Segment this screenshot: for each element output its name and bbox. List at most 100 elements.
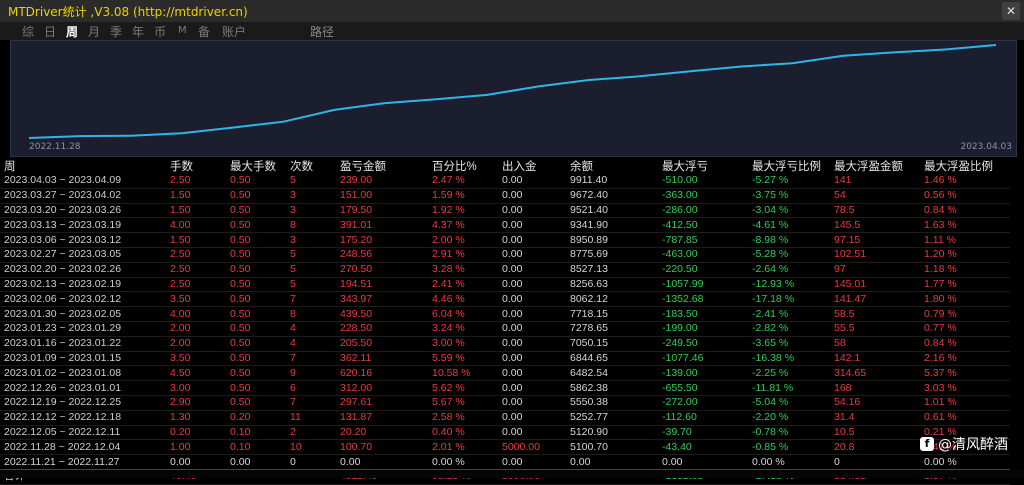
- tab-currency[interactable]: 币: [154, 23, 166, 40]
- table-row[interactable]: 2023.02.20 ~ 2023.02.26 2.50 0.50 5 270.50 3.…: [0, 262, 1010, 278]
- table-cell: 10: [290, 440, 302, 453]
- table-cell: 100.70: [340, 440, 373, 453]
- table-row[interactable]: 2022.12.19 ~ 2022.12.25 2.90 0.50 7 297.61 5.…: [0, 395, 1010, 411]
- table-cell: 0.50: [230, 292, 251, 305]
- table-cell: 1.18 %: [924, 263, 957, 276]
- table-cell: -787.85: [662, 233, 698, 246]
- tab-m[interactable]: M: [178, 25, 187, 36]
- tab-week[interactable]: 周: [66, 23, 78, 40]
- column-header[interactable]: 最大手数: [226, 157, 286, 174]
- table-row[interactable]: 2023.04.03 ~ 2023.04.09 2.50 0.50 5 239.00 2.…: [0, 174, 1010, 189]
- table-cell: 2.00 %: [432, 233, 465, 246]
- column-header[interactable]: 最大浮亏比例: [748, 157, 830, 174]
- table-cell: 0.00: [502, 263, 523, 276]
- tab-notes[interactable]: 备: [198, 23, 210, 40]
- table-row[interactable]: 2023.02.06 ~ 2023.02.12 3.50 0.50 7 343.97 4.…: [0, 292, 1010, 307]
- table-cell: 9341.90: [570, 218, 608, 231]
- table-cell: 620.16: [340, 366, 373, 379]
- table-cell: 4: [290, 337, 296, 350]
- tab-year[interactable]: 年: [132, 23, 144, 40]
- table-row[interactable]: 2023.01.02 ~ 2023.01.08 4.50 0.50 9 620.16 10…: [0, 366, 1010, 381]
- tab-account[interactable]: 账户: [222, 23, 246, 40]
- column-header[interactable]: 最大浮盈金额: [830, 157, 920, 174]
- column-header[interactable]: 次数: [286, 157, 336, 174]
- column-header[interactable]: 周: [0, 157, 166, 174]
- close-button[interactable]: ✕: [1002, 2, 1020, 20]
- table-cell: 0.77 %: [924, 322, 957, 335]
- table-cell: 0.00: [502, 322, 523, 335]
- table-cell: 3.03 %: [924, 381, 957, 394]
- table-cell: 0.50: [230, 351, 251, 364]
- column-header[interactable]: 最大浮亏: [658, 157, 748, 174]
- table-cell: -2.82 %: [752, 322, 789, 335]
- table-cell: 4.37 %: [432, 218, 465, 231]
- table-cell: 7: [290, 396, 296, 409]
- tab-path[interactable]: 路径: [310, 23, 334, 40]
- table-row[interactable]: 2023.01.23 ~ 2023.01.29 2.00 0.50 4 228.50 3.…: [0, 321, 1010, 337]
- table-cell: 297.61: [340, 396, 373, 409]
- table-cell: 6.04 %: [432, 307, 465, 320]
- table-cell: 0.50: [230, 337, 251, 350]
- table-row[interactable]: 2023.01.30 ~ 2023.02.05 4.00 0.50 8 439.50 6.…: [0, 307, 1010, 322]
- table-cell: 1.50: [170, 189, 191, 202]
- table-cell: 142.1: [834, 351, 861, 364]
- table-row[interactable]: 2023.03.27 ~ 2023.04.02 1.50 0.50 3 151.00 1.…: [0, 188, 1010, 204]
- table-cell: 9911.40: [570, 174, 608, 187]
- table-row[interactable]: 2023.03.13 ~ 2023.03.19 4.00 0.50 8 391.01 4.…: [0, 218, 1010, 233]
- tab-all[interactable]: 综: [22, 23, 34, 40]
- column-header[interactable]: 百分比%: [428, 157, 498, 174]
- table-cell: 0.00: [502, 248, 523, 261]
- table-row[interactable]: 2023.03.20 ~ 2023.03.26 1.50 0.50 3 179.50 1.…: [0, 203, 1010, 218]
- table-cell: -220.50: [662, 263, 698, 276]
- table-row[interactable]: 2023.01.16 ~ 2023.01.22 2.00 0.50 4 205.50 3.…: [0, 336, 1010, 352]
- table-cell: 239.00: [340, 174, 373, 187]
- table-body: 2023.04.03 ~ 2023.04.09 2.50 0.50 5 239.00 2.…: [0, 174, 1010, 485]
- table-cell: 175.20: [340, 233, 373, 246]
- table-row[interactable]: 2022.11.21 ~ 2022.11.27 0.00 0.00 0 0.00 0.00…: [0, 455, 1010, 470]
- table-row[interactable]: 2023.03.06 ~ 2023.03.12 1.50 0.50 3 175.20 2.…: [0, 233, 1010, 248]
- table-cell: 8950.89: [570, 233, 608, 246]
- column-header[interactable]: 盈亏金额: [336, 157, 428, 174]
- table-cell: 5000.00: [502, 440, 540, 453]
- table-cell: 0.10: [230, 425, 251, 438]
- table-cell: 1.80 %: [924, 292, 957, 305]
- table-cell: 270.50: [340, 263, 373, 276]
- table-cell: 2.00: [170, 337, 191, 350]
- table-cell: 2.16 %: [924, 351, 957, 364]
- table-row[interactable]: 2023.02.13 ~ 2023.02.19 2.50 0.50 5 194.51 2.…: [0, 277, 1010, 292]
- table-row[interactable]: 2022.12.05 ~ 2022.12.11 0.20 0.10 2 20.20 0.4…: [0, 425, 1010, 440]
- table-cell: 9672.40: [570, 189, 608, 202]
- column-header[interactable]: 最大浮盈比例: [920, 157, 1010, 174]
- table-cell: 2023.01.02 ~ 2023.01.08: [4, 366, 122, 379]
- tab-month[interactable]: 月: [88, 23, 100, 40]
- table-cell: -139.00: [662, 366, 698, 379]
- table-cell: 0.00: [502, 277, 523, 290]
- table-cell: 7: [290, 292, 296, 305]
- table-cell: 2023.03.13 ~ 2023.03.19: [4, 218, 122, 231]
- table-cell: 1.01 %: [924, 396, 957, 409]
- table-cell: 10.5: [834, 425, 855, 438]
- table-cell: 8527.13: [570, 263, 608, 276]
- table-row[interactable]: 2023.01.09 ~ 2023.01.15 3.50 0.50 7 362.11 5.…: [0, 351, 1010, 366]
- column-header[interactable]: 出入金: [498, 157, 566, 174]
- column-header[interactable]: 余额: [566, 157, 658, 174]
- table-cell: 7050.15: [570, 337, 608, 350]
- table-row[interactable]: 2023.02.27 ~ 2023.03.05 2.50 0.50 5 248.56 2.…: [0, 247, 1010, 263]
- table-cell: -249.50: [662, 337, 698, 350]
- table-cell: 194.51: [340, 277, 373, 290]
- table-row[interactable]: 2022.11.28 ~ 2022.12.04 1.00 0.10 10 100.70 2…: [0, 440, 1010, 455]
- table-cell: 2.50: [170, 263, 191, 276]
- table-cell: 3.00 %: [432, 337, 465, 350]
- table-row[interactable]: 2022.12.12 ~ 2022.12.18 1.30 0.20 11 131.87 2…: [0, 410, 1010, 426]
- table-cell: 0.50: [230, 396, 251, 409]
- tab-quarter[interactable]: 季: [110, 23, 122, 40]
- table-cell: 7718.15: [570, 307, 608, 320]
- table-cell: 2023.02.06 ~ 2023.02.12: [4, 292, 122, 305]
- table-cell: 2023.02.27 ~ 2023.03.05: [4, 248, 122, 261]
- column-header[interactable]: 手数: [166, 157, 226, 174]
- table-row[interactable]: 2022.12.26 ~ 2023.01.01 3.00 0.50 6 312.00 5.…: [0, 381, 1010, 396]
- table-cell: -655.50: [662, 381, 698, 394]
- tab-day[interactable]: 日: [44, 23, 56, 40]
- table-cell: 1.50: [170, 233, 191, 246]
- table-cell: 0.20: [170, 425, 191, 438]
